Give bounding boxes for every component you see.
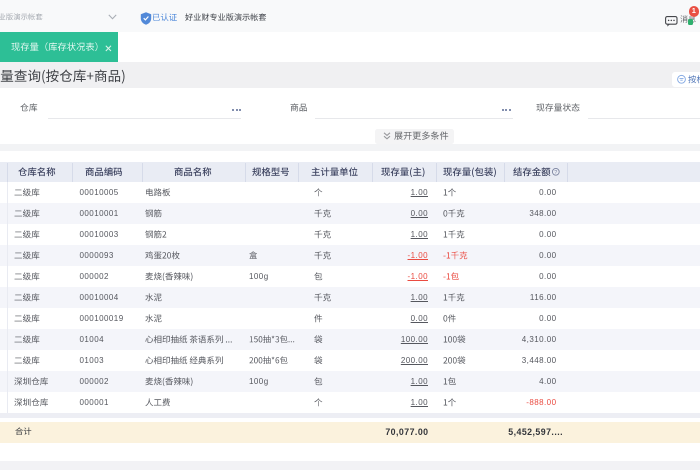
svg-text:?: ? [554,170,557,176]
